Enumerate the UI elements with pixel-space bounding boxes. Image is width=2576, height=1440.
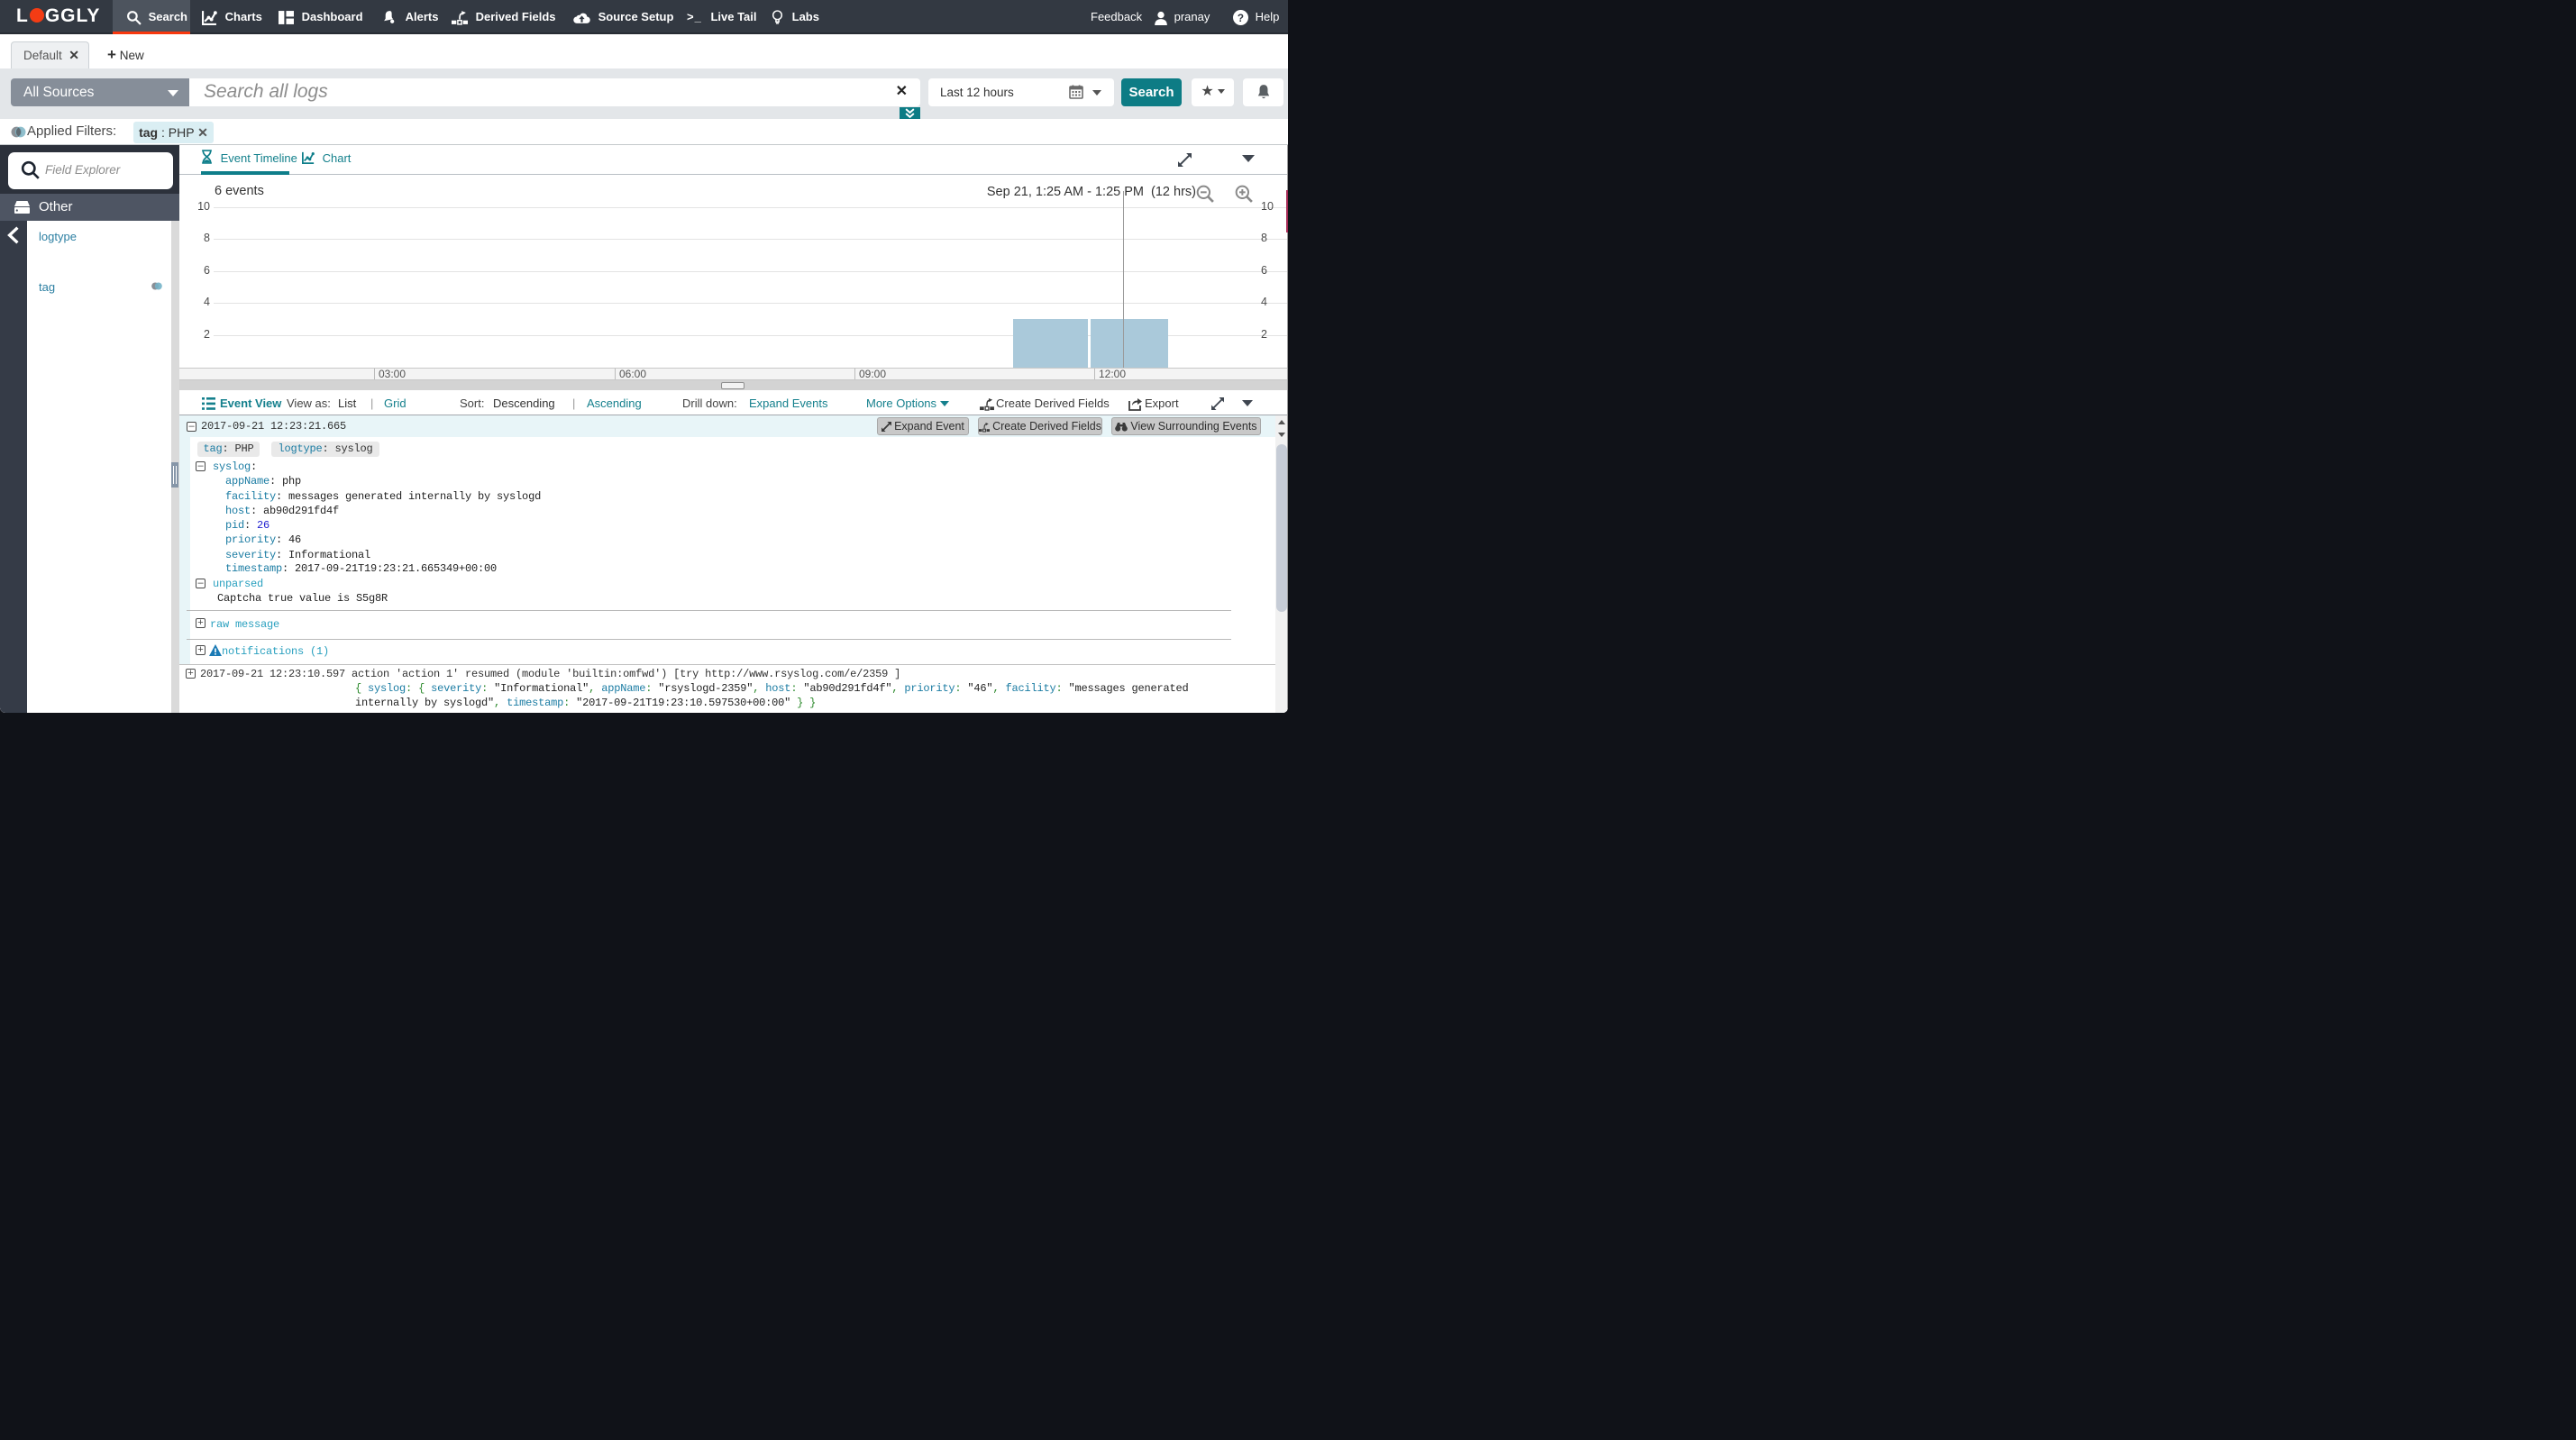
- svg-text:?: ?: [1238, 13, 1244, 24]
